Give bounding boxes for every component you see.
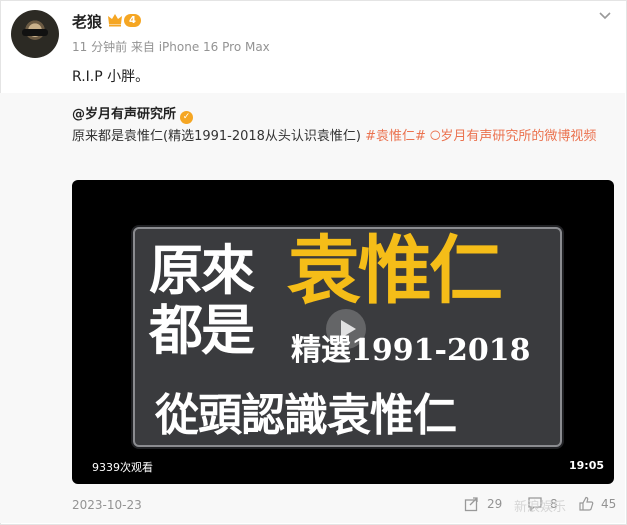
author-name[interactable]: 老狼 [72,11,102,32]
original-text: 原来都是袁惟仁(精选1991-2018从头认识袁惟仁) #袁惟仁# 🞅岁月有声研… [72,126,617,148]
watermark: 新浪娱乐 [514,500,567,515]
hashtag-link[interactable]: #袁惟仁# [365,129,426,144]
original-text-main: 原来都是袁惟仁(精选1991-2018从头认识袁惟仁) [72,129,366,144]
thumbnail-title-name: 袁惟仁 [287,228,503,314]
original-author[interactable]: @岁月有声研究所 ✓ [72,103,194,124]
thumbnail-title-line2: 都是 [149,298,255,362]
like-button[interactable]: 45 [578,496,616,512]
crown-icon [108,14,122,27]
play-icon[interactable] [325,308,367,350]
post-meta: 11 分钟前 来自 iPhone 16 Pro Max [72,40,270,54]
share-icon [464,497,478,512]
post-text: R.I.P 小胖。 [72,69,150,85]
video-player[interactable]: 原來 都是 袁惟仁 精選1991-2018 從頭認識袁惟仁 9339次观看 19… [72,180,614,484]
view-count: 9339次观看 [92,461,153,474]
video-source-link[interactable]: 🞅岁月有声研究所的微博视频 [430,129,596,144]
vip-badge[interactable]: 4 [107,12,141,28]
vip-level: 4 [124,13,141,27]
original-author-name[interactable]: @岁月有声研究所 [72,107,176,122]
avatar[interactable] [11,10,59,58]
chevron-down-icon[interactable] [598,9,612,23]
avatar-glasses [22,29,48,36]
video-duration: 19:05 [568,459,604,472]
share-count: 29 [487,497,503,511]
post-date: 2023-10-23 [72,498,142,512]
thumbs-up-icon [579,496,594,511]
share-button[interactable]: 29 [464,496,502,512]
thumbnail-bottom-title: 從頭認識袁惟仁 [155,390,457,441]
like-count: 45 [601,497,617,511]
verified-icon: ✓ [180,111,194,124]
thumbnail-title-line1: 原來 [149,238,255,302]
